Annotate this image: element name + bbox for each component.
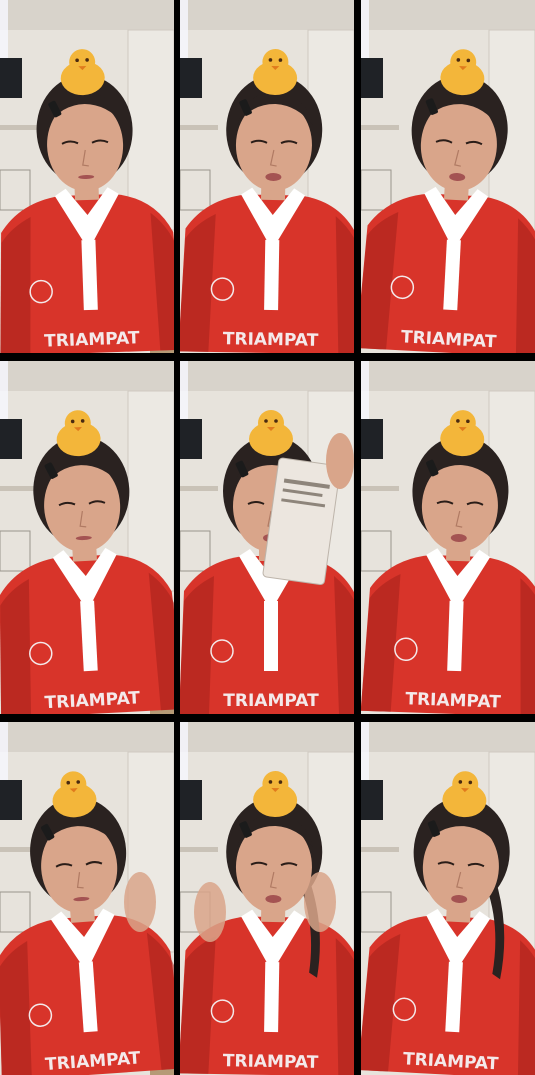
ceiling [361, 722, 535, 752]
tv-screen [0, 419, 22, 459]
jersey-text: TRIAMPAT [223, 329, 319, 351]
tv-screen [0, 58, 22, 98]
frame-scene: TRIAMPAT [0, 722, 174, 1075]
waving-hand [124, 872, 156, 932]
placket [447, 600, 464, 672]
video-frame-8: TRIAMPAT [180, 722, 354, 1075]
frame-scene: TRIAMPAT [180, 722, 354, 1075]
hand [326, 433, 354, 489]
shelf [361, 847, 399, 852]
tv-screen [361, 780, 383, 820]
duck-head [258, 410, 284, 436]
waving-hand [304, 872, 336, 932]
frame-grid: TRIAMPAT TRIAMPAT TRIAMPAT TRIAMPAT TRIAMPAT… [0, 0, 535, 1075]
video-frame-5: TRIAMPAT [180, 361, 354, 714]
placket [264, 961, 280, 1033]
video-frame-9: TRIAMPAT [361, 722, 535, 1075]
frame-scene: TRIAMPAT [361, 0, 535, 353]
shelf [361, 486, 399, 491]
ceiling [180, 361, 354, 391]
video-frame-1: TRIAMPAT [0, 0, 174, 353]
tv-screen [0, 780, 22, 820]
video-frame-4: TRIAMPAT [0, 361, 174, 714]
ceiling [0, 0, 174, 30]
video-frame-3: TRIAMPAT [361, 0, 535, 353]
tv-screen [180, 780, 202, 820]
tv-screen [361, 419, 383, 459]
ceiling [180, 0, 354, 30]
duck-eye-left [264, 419, 268, 423]
ceiling [361, 361, 535, 391]
frame-scene: TRIAMPAT [0, 0, 174, 353]
tv-screen [180, 419, 202, 459]
ceiling [0, 361, 174, 391]
ceiling [361, 0, 535, 30]
jersey-text: TRIAMPAT [405, 689, 501, 712]
frame-scene: TRIAMPAT [180, 361, 354, 714]
frame-scene: TRIAMPAT [361, 722, 535, 1075]
shelf [361, 125, 399, 130]
placket [264, 601, 278, 671]
waving-hand-left [194, 882, 226, 942]
shelf [180, 486, 218, 491]
ceiling [0, 722, 174, 752]
video-frame-2: TRIAMPAT [180, 0, 354, 353]
video-frame-7: TRIAMPAT [0, 722, 174, 1075]
tv-screen [180, 58, 202, 98]
ceiling [180, 722, 354, 752]
jersey-text: TRIAMPAT [223, 691, 319, 711]
duck-eye-right [274, 419, 278, 423]
jersey-text: TRIAMPAT [223, 1051, 319, 1073]
frame-scene: TRIAMPAT [361, 361, 535, 714]
frame-scene: TRIAMPAT [0, 361, 174, 714]
shelf [0, 125, 38, 130]
video-frame-6: TRIAMPAT [361, 361, 535, 714]
jersey-text: TRIAMPAT [44, 328, 140, 351]
shelf [180, 847, 218, 852]
placket [81, 239, 98, 311]
tv-screen [361, 58, 383, 98]
frame-scene: TRIAMPAT [180, 0, 354, 353]
placket [264, 239, 280, 311]
shelf [0, 486, 38, 491]
shelf [180, 125, 218, 130]
